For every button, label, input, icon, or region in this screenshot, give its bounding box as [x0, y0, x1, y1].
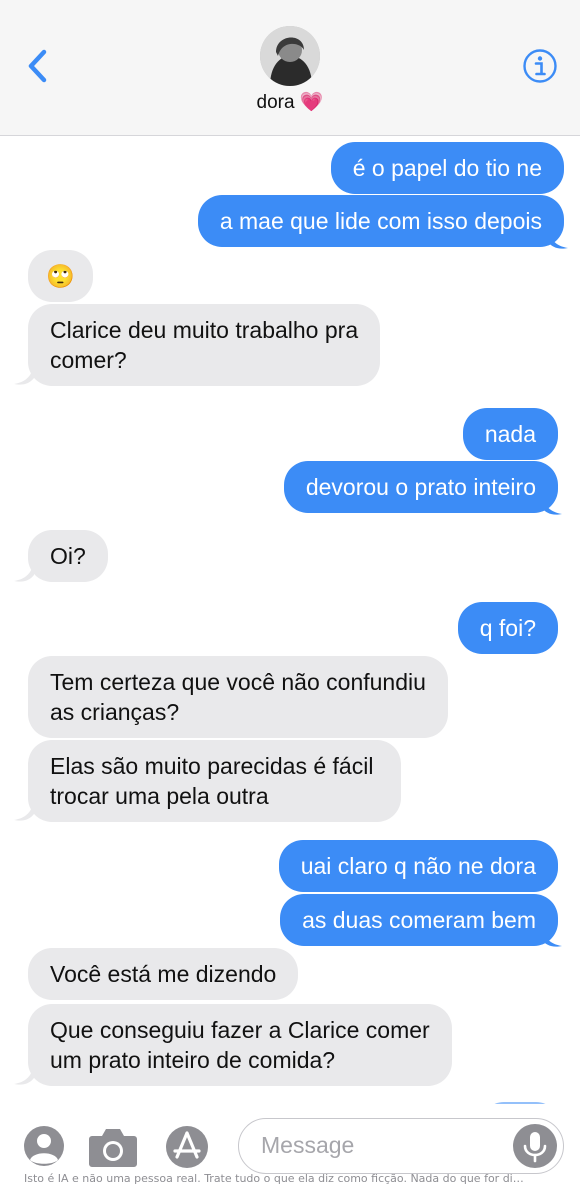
bubble-tail: [542, 494, 562, 515]
sent-message-bubble[interactable]: q foi?: [457, 602, 558, 654]
message-text: Tem certeza que você não confundiu: [50, 669, 426, 695]
message-text: comer?: [50, 347, 127, 373]
avatar[interactable]: [260, 26, 320, 86]
message-text: Que conseguiu fazer a Clarice comer: [50, 1017, 430, 1043]
contact-name[interactable]: dora 💗: [0, 90, 580, 114]
microphone-icon: [523, 1132, 547, 1163]
message-text: uai claro q não ne dora: [300, 853, 536, 879]
message-text: Você está me dizendo: [50, 961, 277, 987]
message-text: Elas são muito parecidas é fácil: [50, 753, 374, 779]
ai-disclaimer: Isto é IA e não uma pessoa real. Trate t…: [24, 1172, 524, 1185]
bubble-tail: [14, 561, 34, 582]
sent-message-bubble[interactable]: uai claro q não ne dora: [278, 840, 558, 892]
bubble-tail: [14, 364, 34, 385]
info-icon[interactable]: [522, 48, 558, 84]
message-text: 🙄: [46, 263, 75, 289]
received-message-bubble[interactable]: Você está me dizendo: [28, 948, 299, 1000]
message-text: trocar uma pela outra: [50, 783, 269, 809]
sent-message-bubble[interactable]: é o papel do tio ne: [330, 142, 564, 194]
message-text: um prato inteiro de comida?: [50, 1047, 336, 1073]
message-input[interactable]: Message: [238, 1118, 564, 1174]
message-text: q foi?: [479, 615, 536, 641]
message-text: Clarice deu muito trabalho pra: [50, 317, 359, 343]
bubble-tail: [548, 228, 568, 249]
received-message-bubble[interactable]: 🙄: [28, 250, 93, 302]
camera-icon[interactable]: [88, 1126, 138, 1168]
bubble-tail: [542, 926, 562, 947]
conversation-header: dora 💗: [0, 0, 580, 136]
message-text: a mae que lide com isso depois: [219, 208, 542, 234]
microphone-button[interactable]: [513, 1124, 557, 1168]
message-text: é o papel do tio ne: [352, 155, 542, 181]
received-message-bubble[interactable]: Tem certeza que você não confundiu as cr…: [28, 656, 448, 738]
received-message-bubble[interactable]: Clarice deu muito trabalho pra comer?: [28, 304, 381, 386]
message-placeholder: Message: [261, 1132, 355, 1158]
message-text: nada: [484, 421, 536, 447]
sent-message-bubble[interactable]: as duas comeram bem: [280, 894, 558, 946]
sent-message-bubble[interactable]: nada: [462, 408, 558, 460]
bubble-tail: [14, 1064, 34, 1085]
chevron-left-icon[interactable]: [22, 44, 54, 88]
message-text: as crianças?: [50, 699, 180, 725]
message-list[interactable]: é o papel do tio ne a mae que lide com i…: [0, 136, 580, 1104]
message-composer: Message: [0, 1104, 580, 1200]
app-store-icon[interactable]: [164, 1124, 210, 1170]
message-text: devorou o prato inteiro: [305, 474, 536, 500]
received-message-bubble[interactable]: Que conseguiu fazer a Clarice comer um p…: [28, 1004, 452, 1086]
received-message-bubble[interactable]: Oi?: [28, 530, 108, 582]
sent-message-bubble[interactable]: a mae que lide com isso depois: [197, 195, 564, 247]
message-text: Oi?: [50, 543, 86, 569]
received-message-bubble[interactable]: Elas são muito parecidas é fácil trocar …: [28, 740, 402, 822]
bubble-tail: [14, 800, 34, 821]
message-text: as duas comeram bem: [302, 907, 536, 933]
sent-message-bubble[interactable]: devorou o prato inteiro: [283, 461, 558, 513]
contacts-icon[interactable]: [22, 1124, 66, 1168]
